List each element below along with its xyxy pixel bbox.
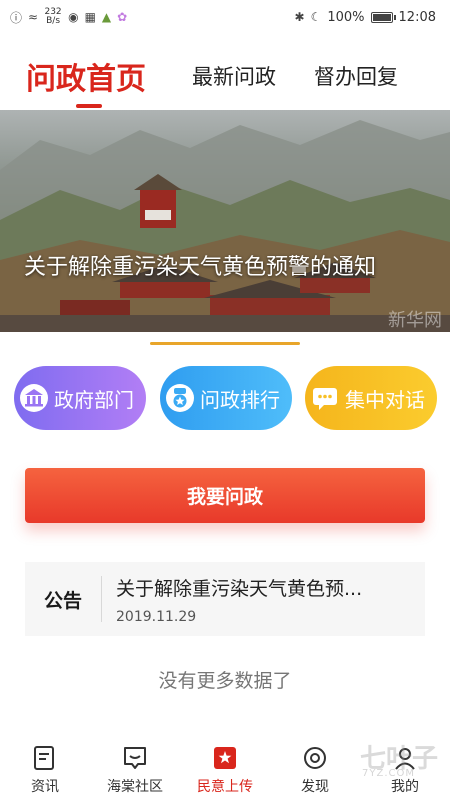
top-tabs: 问政首页 最新问政 督办回复 [0,44,450,108]
bottom-nav: 资讯 海棠社区 民意上传 发现 我的 [0,740,450,800]
nav-upload-opinion[interactable]: 民意上传 [183,740,267,800]
nav-discover[interactable]: 发现 [273,740,357,800]
chat-bubble-icon [305,383,345,413]
android-icon: ▲ [101,10,112,24]
ranking-label: 问政排行 [200,387,280,412]
nfc-icon: ▦ [84,10,96,24]
nav-community-label: 海棠社区 [107,779,163,795]
battery-percent: 100% [327,9,365,25]
carousel-indicator [150,342,300,345]
news-icon [32,740,58,772]
nav-news-label: 资讯 [31,779,59,795]
wifi-icon: ≈ [28,10,39,24]
banner-watermark: 新华网 [388,310,442,331]
no-more-data-text: 没有更多数据了 [158,670,292,692]
app-notification-icon: ✿ [117,10,128,24]
discover-icon [301,740,329,772]
notice-date: 2019.11.29 [116,608,197,625]
battery-icon [370,11,396,23]
medal-icon [160,383,200,413]
ranking-button[interactable]: 问政排行 [160,366,292,430]
status-bar: ⓘ ≈ 232 B/s ◉ ▦ ▲ ✿ ✱ ☾ 100% 12:08 [0,0,450,34]
ask-question-label: 我要问政 [186,486,263,508]
profile-icon [391,740,419,772]
network-speed: 232 B/s [44,7,62,26]
active-tab-indicator [76,104,102,108]
ask-question-button[interactable]: 我要问政 [25,468,425,523]
nav-profile[interactable]: 我的 [363,740,447,800]
nav-discover-label: 发现 [301,779,329,795]
banner-title[interactable]: 关于解除重污染天气黄色预警的通知 [24,252,434,284]
tab-latest[interactable]: 最新问政 [192,44,276,108]
nav-profile-label: 我的 [391,779,419,795]
moon-icon: ☾ [310,10,322,24]
nav-news[interactable]: 资讯 [3,740,87,800]
notice-title: 关于解除重污染天气黄色预... [116,577,363,600]
clock: 12:08 [398,9,436,25]
banner-carousel[interactable]: 关于解除重污染天气黄色预警的通知 新华网 [0,110,450,332]
gov-department-button[interactable]: 政府部门 [14,366,146,430]
notice-item[interactable]: 公告 关于解除重污染天气黄色预... 2019.11.29 [25,562,425,636]
nav-upload-opinion-label: 民意上传 [197,779,253,795]
gov-department-label: 政府部门 [54,387,134,412]
eye-icon: ◉ [68,10,79,24]
community-icon [121,740,149,772]
tab-reply[interactable]: 督办回复 [314,44,398,108]
notice-tag: 公告 [43,589,82,612]
building-icon [14,383,54,413]
dialogue-button[interactable]: 集中对话 [305,366,437,430]
bluetooth-icon: ✱ [294,10,305,24]
upload-opinion-icon [211,740,239,772]
nav-community[interactable]: 海棠社区 [93,740,177,800]
tab-home[interactable]: 问政首页 [26,44,146,108]
alert-icon: ⓘ [10,10,23,25]
banner-image [0,120,450,332]
dialogue-label: 集中对话 [345,387,425,412]
